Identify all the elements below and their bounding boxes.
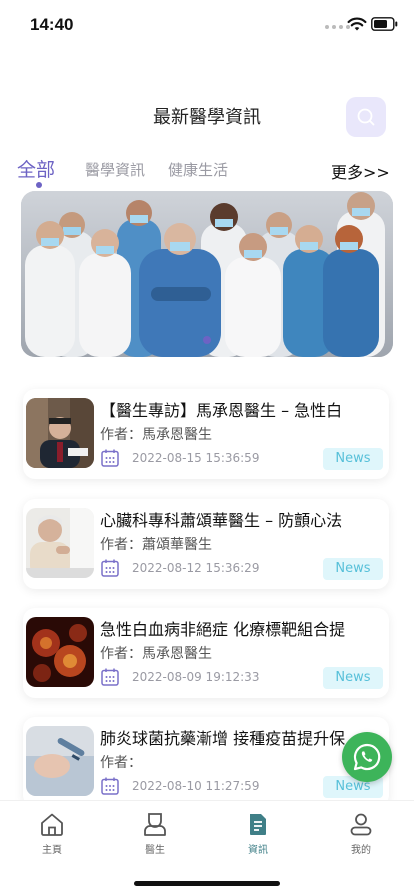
article-author: 作者： xyxy=(100,755,142,771)
user-icon xyxy=(350,813,372,836)
article-thumbnail xyxy=(26,398,94,468)
article-author: 作者：馬承恩醫生 xyxy=(100,427,212,443)
wifi-icon xyxy=(347,17,367,31)
nav-doctor[interactable]: 醫生 xyxy=(125,811,185,856)
nav-label: 主頁 xyxy=(42,845,62,856)
status-bar: 14:40 xyxy=(0,0,414,48)
article-card[interactable]: 急性白血病非絕症 化療標靶組合提 作者：馬承恩醫生 2022-08-09 19:… xyxy=(23,608,389,698)
article-title: 肺炎球菌抗藥漸增 接種疫苗提升保 xyxy=(100,729,346,748)
article-author: 作者：蕭頌華醫生 xyxy=(100,537,212,553)
carousel-indicator[interactable] xyxy=(203,336,211,344)
article-thumbnail xyxy=(26,617,94,687)
search-icon xyxy=(357,108,375,126)
article-date: 2022-08-10 11:27:59 xyxy=(132,779,260,793)
tab-healthy-living[interactable]: 健康生活 xyxy=(168,159,228,180)
banner-image xyxy=(21,191,393,357)
news-tag: News xyxy=(323,448,383,470)
home-icon xyxy=(41,813,63,836)
nav-label: 資訊 xyxy=(248,845,268,856)
calendar-icon xyxy=(101,449,119,467)
article-card[interactable]: 肺炎球菌抗藥漸增 接種疫苗提升保 作者： 2022-08-10 11:27:59… xyxy=(23,717,389,807)
status-time: 14:40 xyxy=(30,15,74,34)
calendar-icon xyxy=(101,777,119,795)
search-button[interactable] xyxy=(346,97,386,137)
active-tab-indicator xyxy=(36,182,42,188)
tab-medical-info[interactable]: 醫學資訊 xyxy=(85,159,145,180)
banner-carousel[interactable] xyxy=(21,191,393,357)
calendar-icon xyxy=(101,559,119,577)
more-link[interactable]: 更多>> xyxy=(331,159,390,183)
nav-label: 醫生 xyxy=(145,845,165,856)
nav-profile[interactable]: 我的 xyxy=(331,811,391,856)
article-card[interactable]: 心臟科專科蕭頌華醫生 – 防顫心法 作者：蕭頌華醫生 2022-08-12 15… xyxy=(23,499,389,589)
article-date: 2022-08-09 19:12:33 xyxy=(132,670,260,684)
whatsapp-button[interactable] xyxy=(342,732,392,782)
whatsapp-icon xyxy=(353,743,381,771)
article-author: 作者：馬承恩醫生 xyxy=(100,646,212,662)
battery-icon xyxy=(371,17,398,31)
news-tag: News xyxy=(323,667,383,689)
news-tag: News xyxy=(323,558,383,580)
tab-all[interactable]: 全部 xyxy=(17,155,55,182)
calendar-icon xyxy=(101,668,119,686)
article-date: 2022-08-12 15:36:29 xyxy=(132,561,260,575)
doctor-icon xyxy=(144,813,166,836)
document-icon xyxy=(250,814,266,835)
article-thumbnail xyxy=(26,726,94,796)
article-title: 急性白血病非絕症 化療標靶組合提 xyxy=(100,620,346,639)
article-card[interactable]: 【醫生專訪】馬承恩醫生 – 急性白 作者：馬承恩醫生 2022-08-15 15… xyxy=(23,389,389,479)
article-title: 【醫生專訪】馬承恩醫生 – 急性白 xyxy=(100,401,343,420)
home-indicator xyxy=(134,881,280,886)
nav-info[interactable]: 資訊 xyxy=(228,811,288,856)
article-date: 2022-08-15 15:36:59 xyxy=(132,451,260,465)
nav-label: 我的 xyxy=(351,845,371,856)
article-thumbnail xyxy=(26,508,94,578)
nav-home[interactable]: 主頁 xyxy=(22,811,82,856)
article-title: 心臟科專科蕭頌華醫生 – 防顫心法 xyxy=(100,511,343,530)
